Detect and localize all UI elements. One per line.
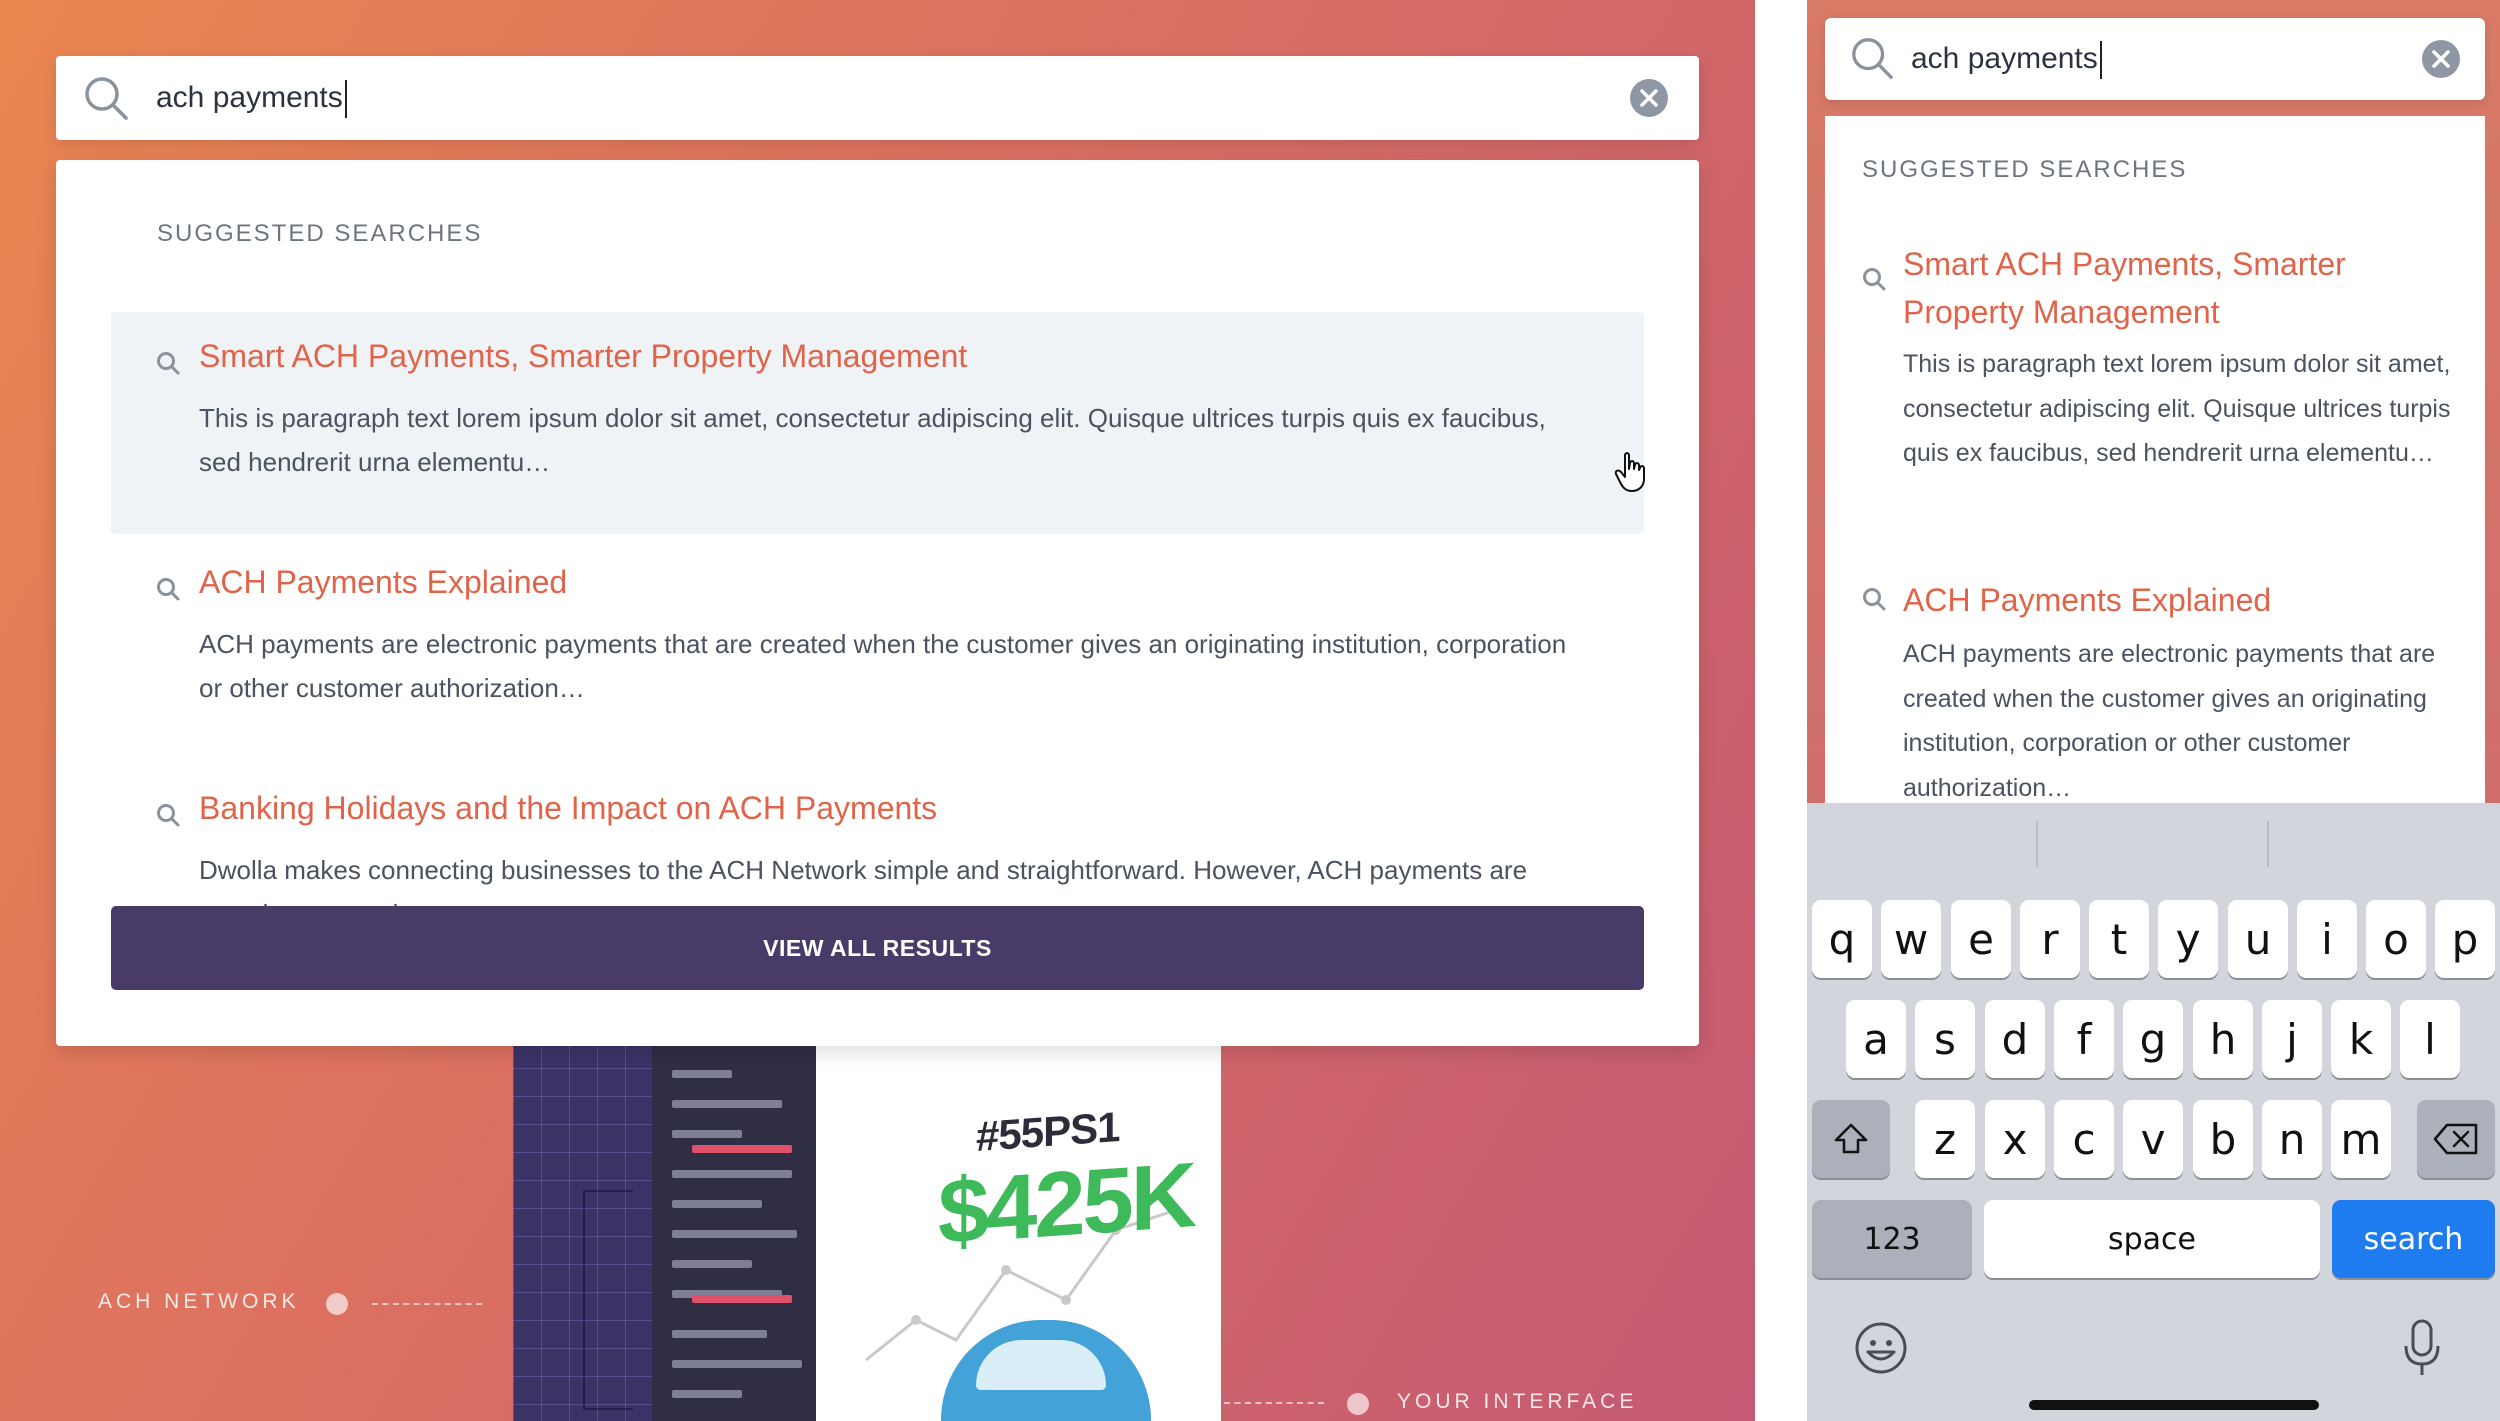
suggestion-title[interactable]: Smart ACH Payments, Smarter Property Man…: [199, 338, 967, 375]
search-icon: [1852, 38, 1893, 79]
desktop-search-bar[interactable]: ach payments: [56, 56, 1699, 140]
key-p[interactable]: p: [2435, 900, 2495, 978]
suggestion-description: ACH payments are electronic payments tha…: [199, 629, 1567, 703]
key-b[interactable]: b: [2193, 1100, 2253, 1178]
space-key[interactable]: space: [1984, 1200, 2320, 1278]
car-window: [976, 1340, 1106, 1390]
suggestion-description: This is paragraph text lorem ipsum dolor…: [199, 403, 1546, 477]
key-f[interactable]: f: [2054, 1000, 2114, 1078]
section-label: SUGGESTED SEARCHES: [157, 220, 483, 247]
suggestion-title[interactable]: ACH Payments Explained: [1903, 576, 2443, 624]
suggestion-title[interactable]: ACH Payments Explained: [199, 564, 567, 601]
shift-icon: [1834, 1123, 1868, 1154]
key-o[interactable]: o: [2366, 900, 2426, 978]
hand-cursor-icon: [1614, 452, 1645, 492]
search-icon: [157, 804, 180, 827]
key-u[interactable]: u: [2228, 900, 2288, 978]
mobile-suggestions-panel: SUGGESTED SEARCHES Smart ACH Payments, S…: [1825, 116, 2485, 803]
clear-icon[interactable]: [1629, 78, 1669, 118]
key-e[interactable]: e: [1951, 900, 2011, 978]
suggestion-description: ACH payments are electronic payments tha…: [1903, 640, 2436, 802]
suggestion-title[interactable]: Banking Holidays and the Impact on ACH P…: [199, 790, 937, 827]
connector-line: [1224, 1402, 1324, 1404]
key-x[interactable]: x: [1985, 1100, 2045, 1178]
search-input[interactable]: ach payments: [156, 56, 347, 140]
key-k[interactable]: k: [2331, 1000, 2391, 1078]
suggestion-description: This is paragraph text lorem ipsum dolor…: [1903, 350, 2451, 467]
key-z[interactable]: z: [1915, 1100, 1975, 1178]
shift-key[interactable]: [1812, 1100, 1890, 1178]
key-y[interactable]: y: [2158, 900, 2218, 978]
clear-icon[interactable]: [2421, 39, 2461, 79]
key-r[interactable]: r: [2020, 900, 2080, 978]
search-icon: [157, 578, 180, 601]
key-g[interactable]: g: [2123, 1000, 2183, 1078]
decorative-code-art: [652, 1040, 817, 1421]
search-icon: [157, 352, 180, 375]
connector-dot: [1347, 1393, 1369, 1415]
key-v[interactable]: v: [2123, 1100, 2183, 1178]
search-icon: [1863, 268, 1886, 291]
search-query-text: ach payments: [156, 81, 343, 114]
key-m[interactable]: m: [2331, 1100, 2391, 1178]
numbers-key[interactable]: 123: [1812, 1200, 1972, 1278]
search-input[interactable]: ach payments: [1911, 18, 2102, 100]
key-a[interactable]: a: [1846, 1000, 1906, 1078]
ach-network-label: ACH NETWORK: [98, 1290, 300, 1313]
search-key[interactable]: search: [2332, 1200, 2495, 1278]
suggestion-bar-separator: [2267, 821, 2269, 867]
backspace-key[interactable]: [2417, 1100, 2495, 1178]
suggestion-item[interactable]: Smart ACH Payments, Smarter Property Man…: [111, 312, 1644, 534]
desktop-suggestions-panel: SUGGESTED SEARCHES Smart ACH Payments, S…: [56, 160, 1699, 1046]
suggestion-title[interactable]: Smart ACH Payments, Smarter Property Man…: [1903, 240, 2443, 336]
text-caret: [2099, 41, 2102, 80]
promo-amount: $425K: [938, 1144, 1195, 1264]
connector-line: [372, 1303, 482, 1305]
decorative-promo-card: #55PS1 $425K: [816, 1040, 1221, 1421]
search-icon: [1863, 588, 1886, 611]
view-all-results-button[interactable]: VIEW ALL RESULTS: [111, 906, 1644, 990]
key-s[interactable]: s: [1915, 1000, 1975, 1078]
mobile-search-bar[interactable]: ach payments: [1825, 18, 2485, 100]
backspace-icon: [2433, 1123, 2478, 1155]
connector-dot: [326, 1293, 348, 1315]
your-interface-label: YOUR INTERFACE: [1397, 1390, 1638, 1413]
key-q[interactable]: q: [1812, 900, 1872, 978]
key-w[interactable]: w: [1881, 900, 1941, 978]
section-label: SUGGESTED SEARCHES: [1862, 156, 2188, 183]
suggestion-item[interactable]: ACH Payments Explained ACH payments are …: [111, 538, 1644, 760]
divider: [1755, 0, 1807, 1421]
decorative-block: [583, 1190, 633, 1410]
key-n[interactable]: n: [2262, 1100, 2322, 1178]
key-d[interactable]: d: [1985, 1000, 2045, 1078]
suggestion-item[interactable]: ACH Payments Explained ACH payments are …: [1825, 576, 2485, 803]
key-h[interactable]: h: [2193, 1000, 2253, 1078]
key-j[interactable]: j: [2262, 1000, 2322, 1078]
emoji-icon[interactable]: [1853, 1320, 1909, 1376]
home-indicator: [2029, 1400, 2319, 1410]
key-l[interactable]: l: [2400, 1000, 2460, 1078]
search-query-text: ach payments: [1911, 42, 2098, 75]
key-t[interactable]: t: [2089, 900, 2149, 978]
key-i[interactable]: i: [2297, 900, 2357, 978]
suggestion-item[interactable]: Smart ACH Payments, Smarter Property Man…: [1825, 240, 2485, 510]
text-caret: [344, 80, 347, 119]
suggestion-item[interactable]: Banking Holidays and the Impact on ACH P…: [111, 764, 1644, 929]
key-c[interactable]: c: [2054, 1100, 2114, 1178]
search-icon: [85, 77, 128, 120]
suggestion-bar-separator: [2036, 821, 2038, 867]
microphone-icon[interactable]: [2399, 1318, 2445, 1378]
